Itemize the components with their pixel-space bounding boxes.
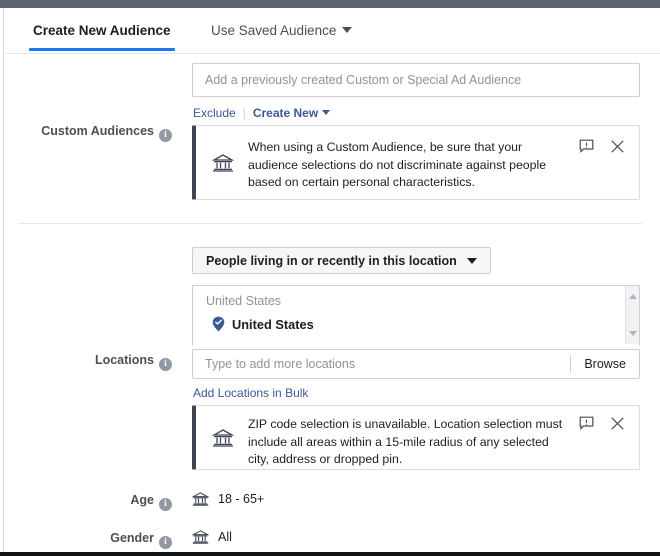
exclude-link[interactable]: Exclude (193, 106, 236, 120)
locations-row-label: Locations i (0, 353, 172, 371)
info-icon[interactable]: i (159, 129, 172, 142)
audience-tab-bar: Create New Audience Use Saved Audience (5, 8, 660, 54)
window-bottom-edge (0, 552, 660, 556)
scroll-down-arrow-icon[interactable] (629, 331, 637, 336)
left-rail-divider (0, 8, 4, 556)
selected-locations-group-header: United States (206, 294, 281, 308)
close-icon[interactable] (610, 416, 625, 431)
feedback-bubble-icon[interactable] (579, 139, 594, 154)
window-title-bar (0, 0, 660, 8)
info-icon[interactable]: i (159, 358, 172, 371)
custom-audience-notice-banner: When using a Custom Audience, be sure th… (192, 125, 640, 200)
add-location-input[interactable]: Type to add more locations Browse (192, 349, 640, 379)
bank-building-icon (210, 428, 236, 448)
section-divider (18, 223, 642, 224)
selected-location-name: United States (232, 317, 314, 332)
tab-use-saved-audience[interactable]: Use Saved Audience (211, 22, 352, 40)
custom-audience-notice-actions (579, 126, 639, 154)
selected-locations-list: United States United States (192, 285, 640, 345)
bank-building-icon (192, 529, 209, 545)
age-label-text: Age (130, 493, 154, 507)
browse-locations-button[interactable]: Browse (571, 357, 639, 371)
age-value-row[interactable]: 18 - 65+ (192, 491, 264, 507)
create-new-audience-link[interactable]: Create New (253, 106, 318, 120)
close-icon[interactable] (610, 139, 625, 154)
locations-list-scrollbar[interactable] (625, 286, 639, 344)
locations-notice-actions (579, 406, 639, 431)
bank-building-icon (192, 491, 209, 507)
locations-label-text: Locations (95, 353, 154, 367)
chevron-down-icon (322, 110, 330, 115)
gender-value: All (218, 530, 232, 544)
gender-row-label: Genderi (0, 531, 172, 549)
feedback-bubble-icon[interactable] (579, 416, 594, 431)
info-icon[interactable]: i (159, 498, 172, 511)
add-locations-bulk-row: Add Locations in Bulk (193, 386, 308, 400)
info-icon[interactable]: i (159, 536, 172, 549)
locations-notice-text: ZIP code selection is unavailable. Locat… (236, 406, 579, 482)
age-row-label: Agei (0, 493, 172, 511)
selected-location-item[interactable]: United States (212, 316, 314, 332)
custom-audience-link-row: Exclude | Create New (193, 106, 330, 120)
age-value: 18 - 65+ (218, 492, 264, 506)
add-locations-in-bulk-link[interactable]: Add Locations in Bulk (193, 386, 308, 400)
bank-building-icon (210, 153, 236, 173)
custom-audience-input[interactable]: Add a previously created Custom or Speci… (192, 63, 640, 97)
tab-create-new-audience[interactable]: Create New Audience (33, 22, 171, 40)
location-type-dropdown[interactable]: People living in or recently in this loc… (192, 247, 491, 274)
map-pin-check-icon (212, 316, 225, 332)
locations-notice-banner: ZIP code selection is unavailable. Locat… (192, 405, 640, 470)
custom-audience-notice-text: When using a Custom Audience, be sure th… (236, 126, 579, 205)
chevron-down-icon (342, 27, 352, 33)
link-separator: | (243, 106, 246, 120)
custom-audiences-row-label: Custom Audiences i (0, 124, 172, 142)
tab-create-new-audience-label: Create New Audience (33, 23, 171, 38)
chevron-down-icon (467, 258, 477, 264)
tab-use-saved-audience-label: Use Saved Audience (211, 23, 336, 38)
gender-value-row[interactable]: All (192, 529, 232, 545)
add-location-placeholder: Type to add more locations (205, 357, 570, 371)
gender-label-text: Gender (110, 531, 154, 545)
scroll-up-arrow-icon[interactable] (629, 294, 637, 299)
location-type-dropdown-label: People living in or recently in this loc… (206, 254, 457, 268)
custom-audience-input-placeholder: Add a previously created Custom or Speci… (205, 73, 521, 87)
custom-audiences-label-text: Custom Audiences (41, 124, 154, 138)
